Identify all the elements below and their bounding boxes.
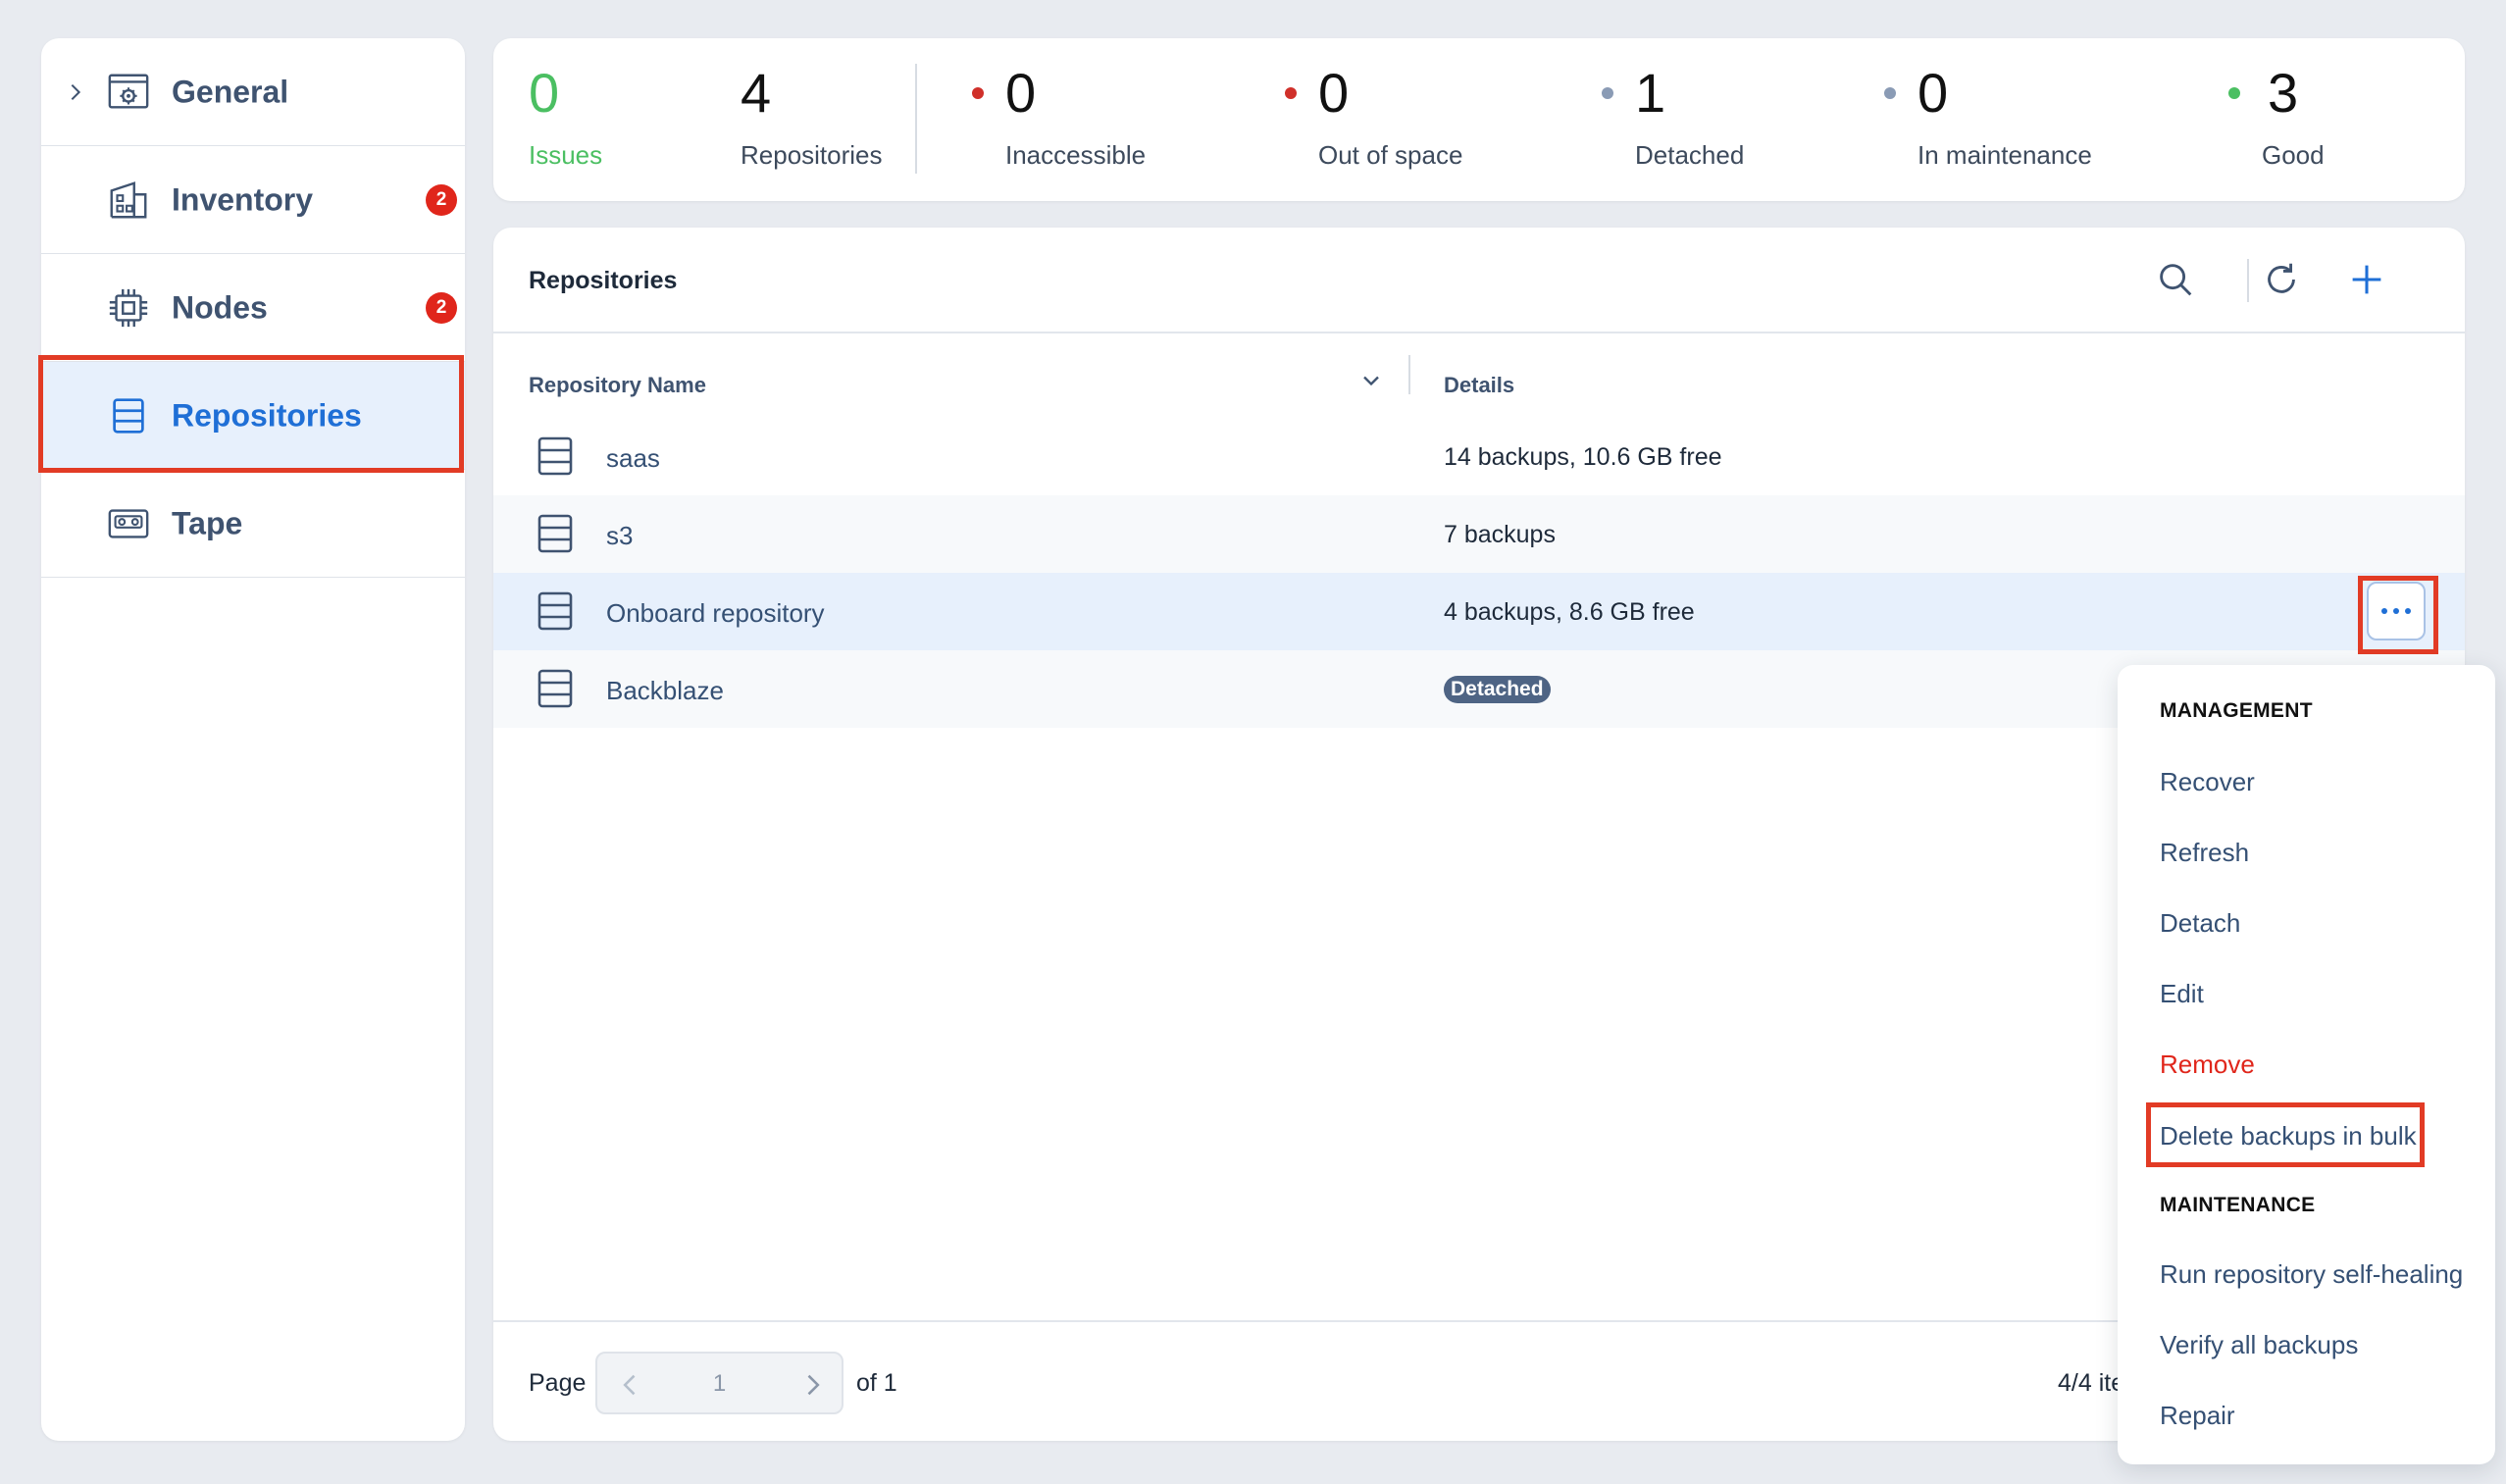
chevron-down-icon[interactable] [1357,367,1385,394]
status-dot [1884,87,1896,99]
menu-item-detach[interactable]: Detach [2160,908,2240,939]
stat-value: 3 [2268,62,2299,124]
menu-item-repair[interactable]: Repair [2160,1401,2235,1431]
sidebar-item-general[interactable]: General [41,38,465,146]
repository-icon [537,591,573,631]
page-total: of 1 [856,1369,897,1397]
sidebar-item-label: Nodes [172,289,268,325]
stat-in-maintenance[interactable]: 0 In maintenance [1884,62,2092,171]
status-dot [1602,87,1613,99]
sidebar-item-label: Repositories [172,397,362,433]
menu-item-remove[interactable]: Remove [2160,1049,2255,1080]
stat-value: 4 [741,62,772,124]
stat-inaccessible[interactable]: 0 Inaccessible [972,62,1147,171]
column-divider[interactable] [1408,355,1410,394]
stat-value: 0 [1918,62,1949,124]
panel-header: Repositories [493,228,2465,333]
repository-icon [537,514,573,553]
menu-section-maintenance: MAINTENANCE [2160,1194,2316,1216]
sidebar-item-inventory[interactable]: Inventory 2 [41,146,465,254]
stats-bar: 0 Issues 4 Repositories 0 Inaccessible 0… [493,38,2465,201]
building-icon [110,180,147,218]
repository-icon [113,397,144,434]
notification-badge: 2 [426,183,457,216]
table-row[interactable]: s3 7 backups [493,495,2465,573]
settings-window-icon [108,74,149,109]
more-horizontal-icon [2381,608,2411,614]
menu-item-recover[interactable]: Recover [2160,767,2255,797]
repository-name-link[interactable]: Backblaze [606,676,724,706]
repository-name-link[interactable]: Onboard repository [606,598,825,629]
table-row-selected[interactable]: Onboard repository 4 backups, 8.6 GB fre… [493,573,2465,650]
more-actions-button[interactable] [2367,582,2426,640]
status-dot [1285,87,1297,99]
stat-label: In maintenance [1918,140,2092,170]
stat-detached[interactable]: 1 Detached [1602,62,1745,171]
repository-name-link[interactable]: saas [606,443,660,474]
sidebar-item-tape[interactable]: Tape [41,470,465,578]
stat-label: Detached [1635,140,1745,170]
column-header-details: Details [1444,373,1515,397]
sidebar-item-label: Inventory [172,181,314,217]
repository-details: 4 backups, 8.6 GB free [1444,598,1695,626]
items-count: 4/4 ite [2058,1369,2125,1397]
stat-value: 0 [529,62,560,124]
menu-item-refresh[interactable]: Refresh [2160,838,2249,868]
repository-details: 7 backups [1444,521,1556,548]
stat-issues[interactable]: 0 Issues [529,66,602,171]
status-dot [972,87,984,99]
plus-icon[interactable] [2344,257,2389,302]
menu-item-run-self-healing[interactable]: Run repository self-healing [2160,1259,2463,1290]
search-icon[interactable] [2153,257,2198,302]
stats-divider [915,64,917,174]
sidebar-item-nodes[interactable]: Nodes 2 [41,254,465,362]
notification-badge: 2 [426,291,457,324]
stat-label: Good [2262,140,2325,170]
chevron-right-icon[interactable] [798,1371,826,1399]
repository-details: 14 backups, 10.6 GB free [1444,443,1722,471]
stat-repositories[interactable]: 4 Repositories [741,66,883,171]
stat-label: Repositories [741,140,883,170]
menu-item-verify-all-backups[interactable]: Verify all backups [2160,1330,2358,1360]
stat-label: Inaccessible [1005,140,1147,170]
menu-item-delete-backups-in-bulk[interactable]: Delete backups in bulk [2160,1121,2417,1151]
panel-title: Repositories [529,267,678,294]
menu-section-management: MANAGEMENT [2160,699,2313,722]
stat-label: Issues [529,140,603,170]
page-label: Page [529,1369,587,1397]
menu-item-edit[interactable]: Edit [2160,979,2204,1009]
stat-out-of-space[interactable]: 0 Out of space [1285,62,1463,171]
repository-icon [537,669,573,708]
stat-value: 1 [1635,62,1666,124]
repository-name-link[interactable]: s3 [606,521,633,551]
table-row[interactable]: saas 14 backups, 10.6 GB free [493,418,2465,495]
chip-icon [109,288,148,327]
stat-good[interactable]: 3 Good [2228,62,2325,171]
sidebar-item-label: Tape [172,505,243,540]
page-selector: 1 [595,1352,844,1414]
stat-value: 0 [1318,62,1350,124]
status-badge: Detached [1444,676,1551,703]
sidebar-item-repositories[interactable]: Repositories [41,362,465,470]
table-header: Repository Name Details [493,333,2465,418]
stat-value: 0 [1005,62,1037,124]
sidebar: General Inventory 2 Nodes 2 Repositories [41,38,465,1441]
header-divider [2247,259,2249,302]
column-header-name[interactable]: Repository Name [529,373,706,398]
status-dot [2228,87,2240,99]
sidebar-item-label: General [172,74,289,109]
tape-icon [108,508,149,538]
context-menu: MANAGEMENT Recover Refresh Detach Edit R… [2118,665,2495,1464]
repository-icon [537,436,573,476]
chevron-right-icon[interactable] [65,81,86,103]
refresh-icon[interactable] [2259,257,2304,302]
stat-label: Out of space [1318,140,1463,170]
